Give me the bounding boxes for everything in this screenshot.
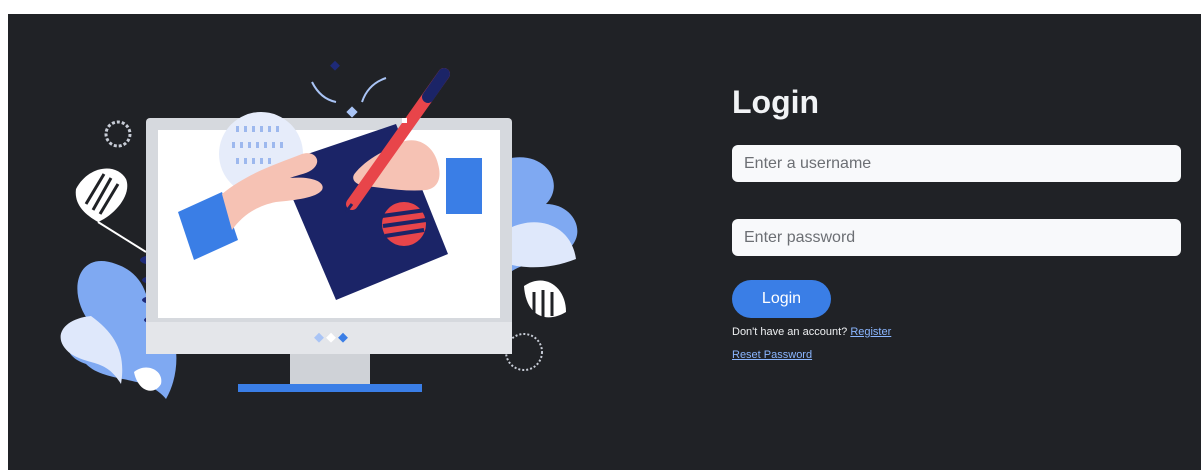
reset-password-link[interactable]: Reset Password — [732, 349, 812, 361]
decor-shapes-icon — [311, 60, 387, 118]
signup-prompt-text: Don't have an account? — [732, 326, 848, 338]
signup-prompt: Don't have an account? Register — [732, 326, 1182, 338]
login-button[interactable]: Login — [732, 280, 831, 318]
page-title: Login — [732, 84, 820, 120]
username-input[interactable] — [732, 145, 1181, 182]
password-input[interactable] — [732, 219, 1181, 256]
right-leaves-icon — [505, 157, 578, 371]
register-link[interactable]: Register — [850, 326, 891, 338]
login-form: Login Login Don't have an account? Regis… — [732, 84, 1182, 363]
computer-design-illustration — [60, 60, 578, 399]
login-panel: Login Login Don't have an account? Regis… — [8, 14, 1201, 470]
